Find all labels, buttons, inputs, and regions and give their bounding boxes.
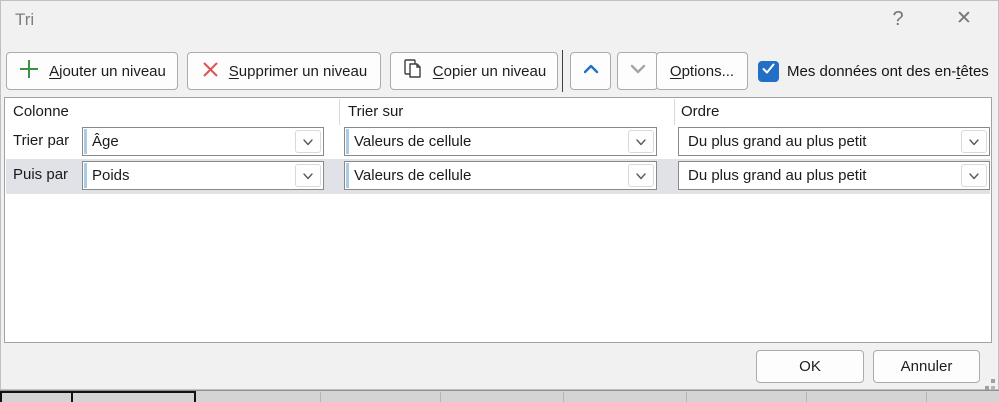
cancel-button[interactable]: Annuler [873,350,980,383]
level-1-sort-on-dropdown[interactable]: Valeurs de cellule [344,127,657,156]
spreadsheet-strip [0,390,999,402]
delete-level-button[interactable]: Supprimer un niveau [187,52,381,90]
copy-level-label: Copier un niveau [433,63,546,80]
dropdown-arrow-icon[interactable] [628,130,654,153]
selection-border [0,391,196,393]
header-separator [339,99,340,125]
column-header-trier-sur: Trier sur [348,103,403,120]
move-level-down-button[interactable] [617,52,658,90]
dropdown-arrow-icon[interactable] [295,164,321,187]
column-header-ordre: Ordre [681,103,719,120]
toolbar-separator [562,50,563,92]
level-2-label: Puis par [13,166,68,183]
selection-border [71,391,73,402]
options-button[interactable]: Options... [656,52,748,90]
level-1-label: Trier par [13,132,69,149]
level-2-sort-on-dropdown[interactable]: Valeurs de cellule [344,161,657,190]
level-2-column-dropdown[interactable]: Poids [82,161,324,190]
options-label: Options... [670,63,734,80]
move-level-up-button[interactable] [570,52,611,90]
selection-border [194,391,196,402]
selection-border [0,391,2,402]
dropdown-arrow-icon[interactable] [961,164,987,187]
checkmark-icon [761,61,776,81]
cell-border [926,392,927,402]
cell-border [563,392,564,402]
level-1-column-dropdown[interactable]: Âge [82,127,324,156]
delete-x-icon [201,60,220,83]
copy-icon [402,58,424,84]
add-level-button[interactable]: Ajouter un niveau [6,52,178,90]
dropdown-arrow-icon[interactable] [961,130,987,153]
close-icon[interactable]: ✕ [947,4,981,34]
cell-border [440,392,441,402]
ok-button[interactable]: OK [756,350,864,383]
help-icon[interactable]: ? [881,4,915,34]
cell-border [806,392,807,402]
delete-level-label: Supprimer un niveau [229,63,367,80]
chevron-up-icon [581,59,601,83]
cell-border [320,392,321,402]
level-1-order-dropdown[interactable]: Du plus grand au plus petit [678,127,990,156]
add-level-label: Ajouter un niveau [49,63,166,80]
sort-levels-panel: Colonne Trier sur Ordre Trier par Puis p… [4,97,992,343]
sort-dialog-screen: Tri ? ✕ Ajouter un niveau Supprimer un n… [0,0,999,402]
my-data-has-headers-label[interactable]: Mes données ont des en-têtes [787,63,989,80]
my-data-has-headers-field: Mes données ont des en-têtes [758,52,989,90]
plus-icon [18,58,40,84]
level-2-order-dropdown[interactable]: Du plus grand au plus petit [678,161,990,190]
column-header-colonne: Colonne [13,103,69,120]
header-separator [674,99,675,125]
my-data-has-headers-checkbox[interactable] [758,61,779,82]
dropdown-arrow-icon[interactable] [628,164,654,187]
dialog-title: Tri [15,10,34,30]
copy-level-button[interactable]: Copier un niveau [390,52,558,90]
dropdown-arrow-icon[interactable] [295,130,321,153]
cell-border [686,392,687,402]
chevron-down-icon [628,59,648,83]
sort-dialog: Tri ? ✕ Ajouter un niveau Supprimer un n… [0,0,999,390]
